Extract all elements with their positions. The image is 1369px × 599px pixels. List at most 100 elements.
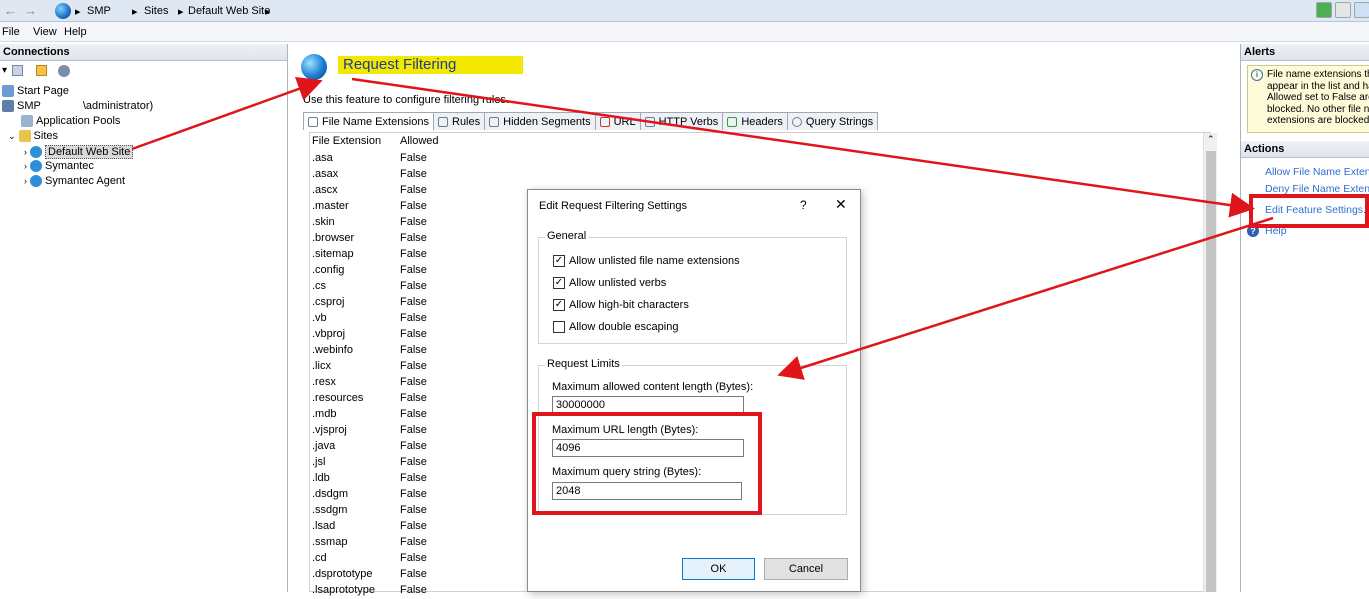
table-row[interactable]: .dsdgm False	[310, 487, 440, 503]
table-row[interactable]: .skin False	[310, 215, 440, 231]
allow-file-name-extension-link[interactable]: Allow File Name Extensi	[1265, 166, 1369, 178]
cancel-button[interactable]: Cancel	[764, 558, 848, 580]
connect-dropdown-icon[interactable]: ▾	[2, 65, 7, 76]
table-row[interactable]: .asa False	[310, 151, 440, 167]
tab-hidden-segments[interactable]: Hidden Segments	[484, 112, 596, 130]
table-row[interactable]: .ssmap False	[310, 535, 440, 551]
table-row[interactable]: .asax False	[310, 167, 440, 183]
allowed-cell: False	[400, 264, 427, 276]
feature-tabs: File Name Extensions Rules Hidden Segmen…	[303, 112, 879, 130]
table-row[interactable]: .dsprototype False	[310, 567, 440, 583]
allowed-cell: False	[400, 280, 427, 292]
table-row[interactable]: .mdb False	[310, 407, 440, 423]
table-row[interactable]: .ldb False	[310, 471, 440, 487]
table-row[interactable]: .lsaprototype False	[310, 583, 440, 599]
breadcrumb-default-web-site[interactable]: Default Web Site	[188, 5, 270, 17]
menu-view[interactable]: View	[33, 26, 57, 38]
checkbox-box[interactable]: ✓	[553, 255, 565, 267]
breadcrumb-separator: ▸	[178, 6, 184, 18]
allow-high-bit-characters-checkbox[interactable]: ✓ Allow high-bit characters	[553, 299, 689, 311]
table-row[interactable]: .vb False	[310, 311, 440, 327]
request-limits-label: Request Limits	[545, 358, 622, 370]
scrollbar-thumb[interactable]	[1206, 151, 1216, 592]
file-extension-cell: .skin	[312, 216, 335, 228]
file-extension-cell: .lsaprototype	[312, 584, 375, 596]
checkbox-box[interactable]: ✓	[553, 277, 565, 289]
table-row[interactable]: .csproj False	[310, 295, 440, 311]
up-level-icon[interactable]	[36, 65, 47, 76]
tab-rules[interactable]: Rules	[433, 112, 486, 130]
table-row[interactable]: .browser False	[310, 231, 440, 247]
stop-icon[interactable]	[1335, 2, 1351, 18]
column-header-allowed[interactable]: Allowed	[400, 135, 439, 147]
tab-url[interactable]: URL	[594, 112, 641, 130]
home-icon[interactable]	[1354, 2, 1369, 18]
disconnect-icon[interactable]	[58, 65, 70, 77]
table-row[interactable]: .jsl False	[310, 455, 440, 471]
expand-chevron-icon[interactable]: ⌄	[8, 131, 16, 142]
table-row[interactable]: .resx False	[310, 375, 440, 391]
hidden-segments-icon	[489, 116, 500, 127]
table-row[interactable]: .cs False	[310, 279, 440, 295]
file-extension-cell: .mdb	[312, 408, 337, 420]
allowed-cell: False	[400, 360, 427, 372]
table-row[interactable]: .java False	[310, 439, 440, 455]
tab-http-verbs[interactable]: HTTP Verbs	[639, 112, 724, 130]
checkbox-box[interactable]	[553, 321, 565, 333]
table-row[interactable]: .ascx False	[310, 183, 440, 199]
allow-unlisted-extensions-checkbox[interactable]: ✓ Allow unlisted file name extensions	[553, 255, 740, 267]
save-icon[interactable]	[12, 65, 23, 76]
tree-item-start-page[interactable]: Start Page	[2, 85, 69, 97]
allow-unlisted-verbs-checkbox[interactable]: ✓ Allow unlisted verbs	[553, 277, 666, 289]
table-row[interactable]: .config False	[310, 263, 440, 279]
content-length-label: Maximum allowed content length (Bytes):	[552, 381, 754, 393]
table-row[interactable]: .sitemap False	[310, 247, 440, 263]
tab-headers[interactable]: Headers	[722, 112, 788, 130]
dialog-close-button[interactable]: ✕	[835, 196, 847, 213]
table-row[interactable]: .master False	[310, 199, 440, 215]
feature-description: Use this feature to configure filtering …	[303, 94, 510, 106]
allowed-cell: False	[400, 200, 427, 212]
tab-file-name-extensions[interactable]: File Name Extensions	[303, 112, 434, 130]
tree-item-symantec[interactable]: › Symantec	[24, 160, 94, 172]
headers-icon	[727, 116, 738, 127]
table-row[interactable]: .licx False	[310, 359, 440, 375]
collapse-chevron-icon[interactable]: ›	[24, 161, 27, 171]
http-verbs-icon	[644, 116, 655, 127]
column-header-file-extension[interactable]: File Extension	[312, 135, 381, 147]
tree-item-default-web-site[interactable]: › Default Web Site	[24, 145, 134, 159]
tab-query-strings[interactable]: Query Strings	[786, 112, 879, 130]
table-row[interactable]: .vbproj False	[310, 327, 440, 343]
scroll-up-icon[interactable]: ⌃	[1207, 134, 1215, 145]
table-row[interactable]: .lsad False	[310, 519, 440, 535]
forward-arrow-icon[interactable]: →	[24, 3, 37, 18]
refresh-icon[interactable]	[1316, 2, 1332, 18]
menu-file[interactable]: File	[2, 26, 20, 38]
collapse-chevron-icon[interactable]: ›	[24, 147, 27, 157]
table-row[interactable]: .resources False	[310, 391, 440, 407]
allowed-cell: False	[400, 344, 427, 356]
application-pools-icon	[21, 115, 33, 127]
allow-double-escaping-checkbox[interactable]: Allow double escaping	[553, 321, 678, 333]
tree-item-sites[interactable]: ⌄ Sites	[8, 130, 58, 142]
table-row[interactable]: .cd False	[310, 551, 440, 567]
ok-button[interactable]: OK	[682, 558, 755, 580]
tree-item-symantec-agent[interactable]: › Symantec Agent	[24, 175, 125, 187]
back-arrow-icon[interactable]: ←	[4, 3, 17, 18]
menu-help[interactable]: Help	[64, 26, 87, 38]
table-row[interactable]: .vjsproj False	[310, 423, 440, 439]
breadcrumb-smp[interactable]: SMP	[87, 5, 111, 17]
collapse-chevron-icon[interactable]: ›	[24, 176, 27, 186]
dialog-help-button[interactable]: ?	[800, 198, 807, 212]
breadcrumb-sites[interactable]: Sites	[144, 5, 168, 17]
table-row[interactable]: .ssdgm False	[310, 503, 440, 519]
vertical-scrollbar[interactable]: ⌃	[1203, 133, 1217, 592]
alerts-header: Alerts	[1241, 44, 1369, 61]
checkbox-box[interactable]: ✓	[553, 299, 565, 311]
connections-header: Connections	[0, 44, 287, 61]
tree-item-application-pools[interactable]: Application Pools	[21, 115, 120, 127]
file-extension-cell: .resources	[312, 392, 364, 404]
tree-item-server[interactable]: SMP \administrator)	[2, 100, 153, 112]
allowed-cell: False	[400, 392, 427, 404]
table-row[interactable]: .webinfo False	[310, 343, 440, 359]
